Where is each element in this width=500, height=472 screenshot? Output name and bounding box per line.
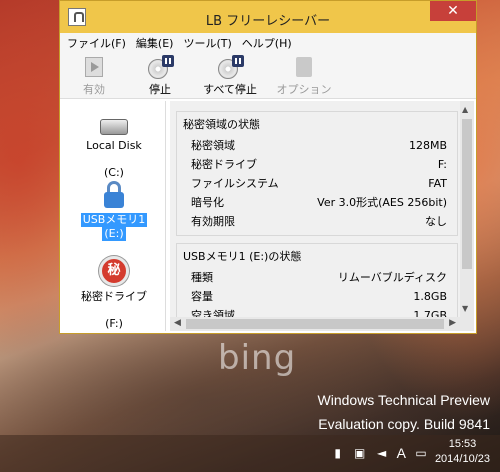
group-title: 秘密領域の状態 — [183, 118, 260, 131]
pause-icon — [232, 54, 244, 67]
scroll-right-icon[interactable]: ▶ — [449, 318, 456, 328]
stop-label: 停止 — [149, 82, 171, 96]
usb-lock-icon — [102, 181, 126, 211]
menubar: ファイル(F) 編集(E) ツール(T) ヘルプ(H) — [60, 33, 476, 53]
notification-icon[interactable]: ▭ — [414, 445, 428, 461]
clock[interactable]: 15:53 2014/10/23 — [435, 437, 490, 467]
hard-disk-icon — [100, 119, 128, 135]
status-row: 容量 1.8GB — [177, 287, 457, 306]
scroll-thumb[interactable] — [186, 319, 444, 329]
options-label: オプション — [276, 82, 332, 96]
options-icon — [296, 56, 312, 77]
status-row: 有効期限 なし — [177, 212, 457, 231]
row-label: 有効期限 — [191, 215, 235, 228]
clock-date: 2014/10/23 — [434, 453, 490, 465]
row-label: 空き領域 — [191, 309, 235, 317]
row-label: 種類 — [191, 271, 213, 284]
menu-edit[interactable]: 編集(E) — [136, 35, 174, 51]
row-value: 1.7GB — [413, 309, 447, 317]
drive-letter: (F:) — [105, 317, 123, 330]
row-label: 秘密領域 — [191, 139, 235, 152]
main-body: Local Disk (C:) USBメモリ1 (E:) 秘 秘密ドライブ (F… — [60, 99, 476, 333]
drive-item-c[interactable]: Local Disk (C:) — [62, 119, 166, 180]
drive-letter: (C:) — [104, 166, 124, 179]
row-value: 128MB — [408, 139, 447, 152]
app-window: LB フリーレシーバー ✕ ファイル(F) 編集(E) ツール(T) ヘルプ(H… — [59, 0, 477, 334]
row-value: なし — [425, 215, 447, 228]
bing-logo: bing — [218, 338, 297, 378]
network-icon[interactable]: ▣ — [353, 445, 367, 461]
watermark-line-2: Evaluation copy. Build 9841 — [318, 416, 490, 432]
drive-letter: (E:) — [102, 227, 126, 241]
scroll-down-icon[interactable]: ▼ — [462, 304, 468, 313]
scroll-thumb[interactable] — [462, 119, 472, 269]
status-row: ファイルシステム FAT — [177, 174, 457, 193]
window-title: LB フリーレシーバー — [205, 14, 331, 29]
secret-area-status: 秘密領域の状態 秘密領域 128MB 秘密ドライブ F: ファイルシステム FAT 暗… — [176, 111, 458, 236]
row-value: リムーバブルディスク — [337, 271, 447, 284]
toolbar: 有効 停止 すべて停止 オプション — [60, 53, 476, 99]
stop-button[interactable]: 停止 — [132, 54, 188, 97]
secret-stamp-icon: 秘 — [99, 256, 129, 286]
scroll-left-icon[interactable]: ◀ — [174, 318, 181, 328]
row-label: ファイルシステム — [191, 177, 279, 190]
status-row: 秘密ドライブ F: — [177, 155, 457, 174]
power-icon[interactable]: ▮ — [331, 445, 345, 461]
ime-indicator[interactable]: A — [397, 445, 406, 461]
system-tray: ▮ ▣ ◄ A ▭ — [331, 445, 428, 461]
enable-label: 有効 — [83, 82, 105, 96]
row-value: 1.8GB — [413, 290, 447, 303]
drive-name: 秘密ドライブ — [81, 290, 147, 303]
menu-tools[interactable]: ツール(T) — [183, 35, 231, 51]
row-label: 暗号化 — [191, 196, 224, 209]
drive-name: Local Disk — [86, 139, 142, 152]
drive-item-f[interactable]: 秘 秘密ドライブ (F:) — [62, 256, 166, 331]
scroll-up-icon[interactable]: ▲ — [462, 105, 468, 114]
enable-button[interactable]: 有効 — [66, 55, 122, 97]
vertical-scrollbar[interactable]: ▲ ▼ — [460, 101, 474, 317]
menu-help[interactable]: ヘルプ(H) — [242, 35, 292, 51]
row-label: 容量 — [191, 290, 213, 303]
row-label: 秘密ドライブ — [191, 158, 257, 171]
options-button[interactable]: オプション — [272, 55, 336, 97]
pause-icon — [162, 54, 174, 67]
drive-item-e[interactable]: USBメモリ1 (E:) — [62, 181, 166, 241]
row-value: F: — [437, 158, 447, 171]
menu-file[interactable]: ファイル(F) — [67, 35, 126, 51]
clock-time: 15:53 — [448, 438, 477, 450]
stop-all-label: すべて停止 — [203, 82, 257, 96]
status-row: 種類 リムーバブルディスク — [177, 268, 457, 287]
status-row: 秘密領域 128MB — [177, 136, 457, 155]
details-pane: 秘密領域の状態 秘密領域 128MB 秘密ドライブ F: ファイルシステム FAT 暗… — [170, 101, 474, 331]
usb-status: USBメモリ1 (E:)の状態 種類 リムーバブルディスク 容量 1.8GB 空き領… — [176, 243, 458, 317]
watermark-line-1: Windows Technical Preview — [317, 392, 490, 408]
close-button[interactable]: ✕ — [430, 1, 476, 21]
taskbar: ▮ ▣ ◄ A ▭ 15:53 2014/10/23 — [0, 435, 500, 472]
titlebar[interactable]: LB フリーレシーバー ✕ — [60, 1, 476, 33]
stop-all-button[interactable]: すべて停止 — [198, 54, 262, 97]
drive-list: Local Disk (C:) USBメモリ1 (E:) 秘 秘密ドライブ (F… — [62, 101, 166, 331]
row-value: FAT — [428, 177, 447, 190]
volume-muted-icon[interactable]: ◄ — [375, 445, 389, 461]
group-title: USBメモリ1 (E:)の状態 — [183, 250, 302, 263]
horizontal-scrollbar[interactable]: ◀ ▶ — [170, 317, 474, 331]
row-value: Ver 3.0形式(AES 256bit) — [317, 196, 447, 209]
drive-name: USBメモリ1 — [80, 213, 148, 227]
status-row: 空き領域 1.7GB — [177, 306, 457, 317]
enable-icon — [85, 56, 103, 77]
status-row: 暗号化 Ver 3.0形式(AES 256bit) — [177, 193, 457, 212]
